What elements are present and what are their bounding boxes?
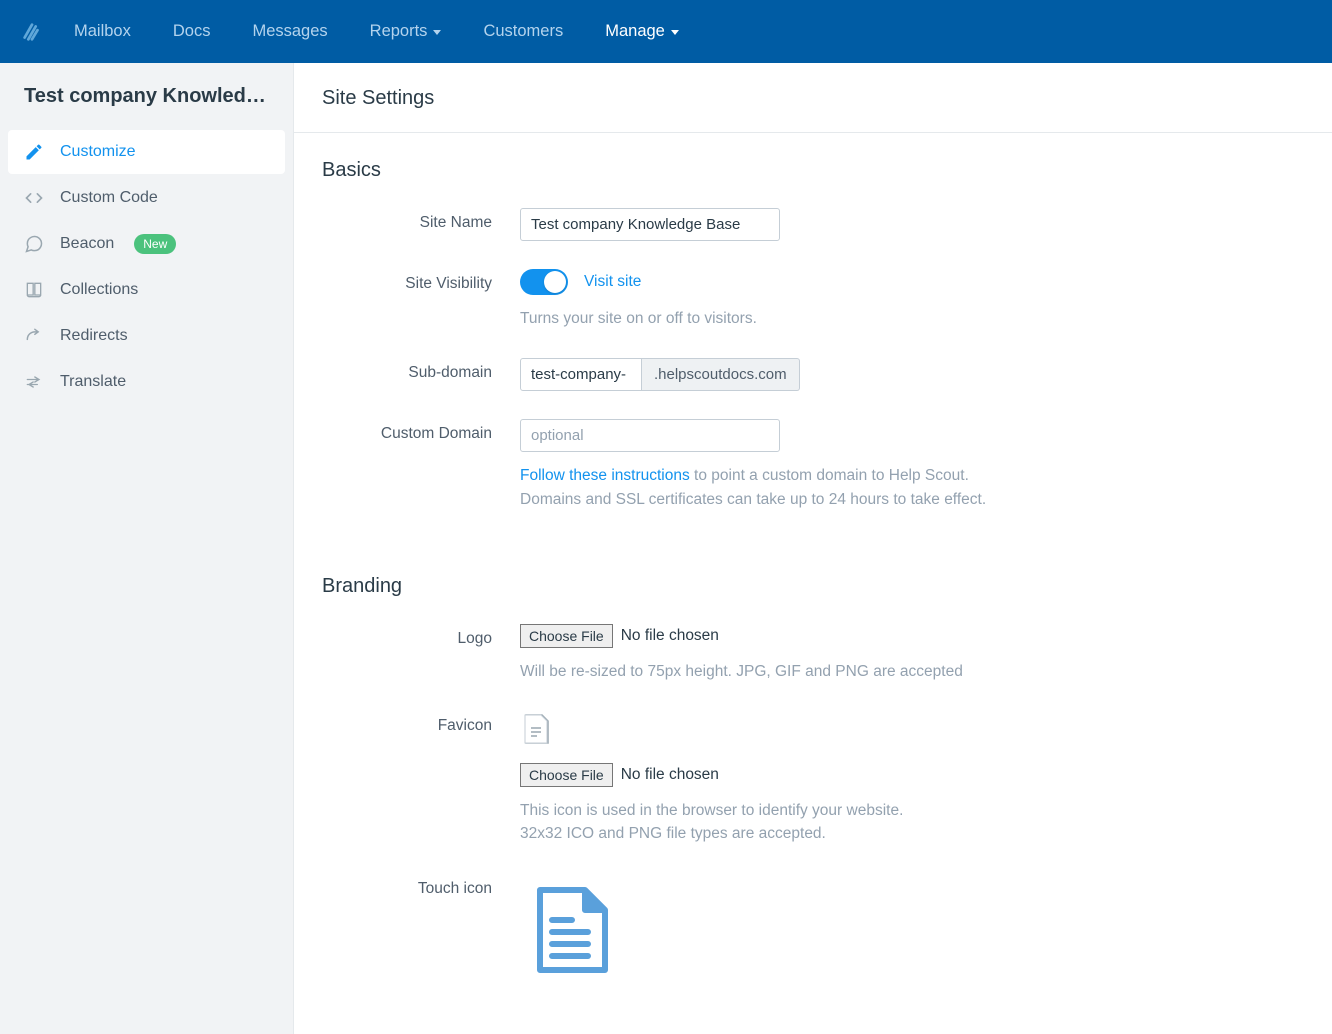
help-text-part: This icon is used in the browser to iden… (520, 802, 903, 819)
sidebar-item-label: Customize (60, 143, 136, 161)
nav-customers[interactable]: Customers (483, 22, 563, 41)
visibility-toggle[interactable] (520, 269, 568, 295)
nav-label: Reports (370, 22, 428, 41)
touch-icon-label: Touch icon (322, 874, 520, 980)
top-navigation: Mailbox Docs Messages Reports Customers … (0, 0, 1332, 63)
nav-label: Messages (252, 22, 327, 41)
custom-domain-help: Follow these instructions to point a cus… (520, 464, 1020, 511)
logo-label: Logo (322, 624, 520, 683)
redirect-icon (24, 326, 44, 346)
nav-reports[interactable]: Reports (370, 22, 442, 41)
visibility-label: Site Visibility (322, 269, 520, 330)
sidebar-title: Test company Knowled… (0, 85, 293, 130)
sidebar-item-redirects[interactable]: Redirects (8, 314, 285, 358)
visit-site-link[interactable]: Visit site (584, 273, 641, 291)
branding-section: Branding Logo Choose File No file chosen… (294, 549, 1332, 1018)
custom-domain-label: Custom Domain (322, 419, 520, 511)
section-heading: Basics (322, 159, 1304, 182)
instructions-link[interactable]: Follow these instructions (520, 467, 690, 484)
visibility-help: Turns your site on or off to visitors. (520, 307, 1020, 330)
sidebar-item-label: Custom Code (60, 189, 158, 207)
chat-icon (24, 234, 44, 254)
logo-file-status: No file chosen (621, 627, 719, 645)
favicon-choose-file-button[interactable]: Choose File (520, 763, 613, 787)
logo-help: Will be re-sized to 75px height. JPG, GI… (520, 660, 1020, 683)
nav-label: Manage (605, 22, 665, 41)
sidebar-item-beacon[interactable]: Beacon New (8, 222, 285, 266)
favicon-placeholder-icon (520, 711, 556, 747)
content-header: Site Settings (294, 63, 1332, 133)
chevron-down-icon (433, 30, 441, 35)
sidebar-item-collections[interactable]: Collections (8, 268, 285, 312)
page-title: Site Settings (322, 87, 1304, 110)
sidebar-item-label: Redirects (60, 327, 128, 345)
logo-choose-file-button[interactable]: Choose File (520, 624, 613, 648)
translate-icon (24, 372, 44, 392)
custom-domain-input[interactable] (520, 419, 780, 452)
favicon-label: Favicon (322, 711, 520, 846)
pencil-icon (24, 142, 44, 162)
sidebar-item-customize[interactable]: Customize (8, 130, 285, 174)
nav-messages[interactable]: Messages (252, 22, 327, 41)
chevron-down-icon (671, 30, 679, 35)
book-icon (24, 280, 44, 300)
new-badge: New (134, 234, 176, 254)
nav-docs[interactable]: Docs (173, 22, 211, 41)
nav-label: Docs (173, 22, 211, 41)
favicon-help: This icon is used in the browser to iden… (520, 799, 1020, 846)
content-area: Site Settings Basics Site Name Site Visi… (293, 63, 1332, 1034)
sidebar: Test company Knowled… Customize Custom C… (0, 63, 293, 1034)
favicon-file-status: No file chosen (621, 766, 719, 784)
subdomain-suffix: .helpscoutdocs.com (642, 358, 800, 391)
nav-mailbox[interactable]: Mailbox (74, 22, 131, 41)
nav-label: Mailbox (74, 22, 131, 41)
sidebar-item-label: Beacon (60, 235, 114, 253)
nav-label: Customers (483, 22, 563, 41)
site-name-input[interactable] (520, 208, 780, 241)
basics-section: Basics Site Name Site Visibility Visit s… (294, 133, 1332, 549)
sidebar-item-label: Translate (60, 373, 126, 391)
site-name-label: Site Name (322, 208, 520, 241)
sidebar-item-translate[interactable]: Translate (8, 360, 285, 404)
nav-manage[interactable]: Manage (605, 22, 679, 41)
helpscout-logo-icon[interactable] (20, 20, 44, 44)
touch-icon-preview (520, 880, 620, 980)
section-heading: Branding (322, 575, 1304, 598)
code-icon (24, 188, 44, 208)
subdomain-input[interactable] (520, 358, 642, 391)
subdomain-label: Sub-domain (322, 358, 520, 391)
help-text-part: 32x32 ICO and PNG file types are accepte… (520, 825, 826, 842)
help-text-part: Domains and SSL certificates can take up… (520, 491, 986, 508)
help-text-part: to point a custom domain to Help Scout. (690, 467, 969, 484)
sidebar-item-custom-code[interactable]: Custom Code (8, 176, 285, 220)
sidebar-item-label: Collections (60, 281, 138, 299)
